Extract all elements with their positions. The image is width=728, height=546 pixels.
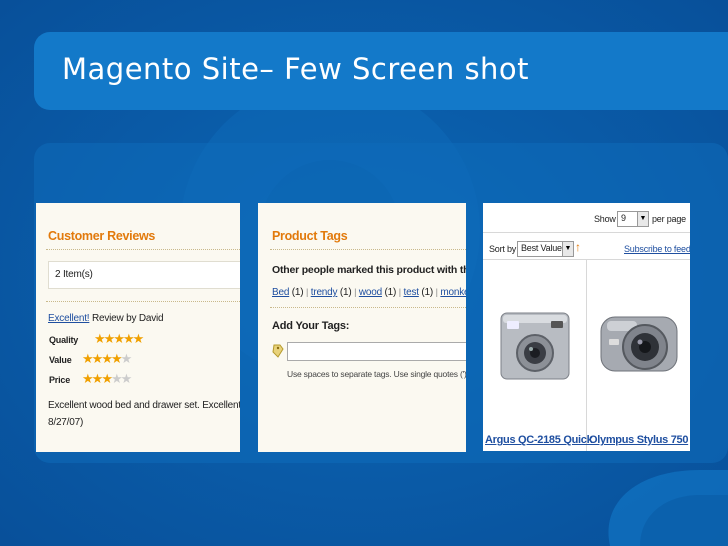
tag-separator: |: [354, 287, 357, 297]
slide-title: Magento Site– Few Screen shot: [62, 52, 530, 86]
divider: [586, 259, 587, 451]
add-tags-label: Add Your Tags:: [272, 320, 350, 332]
tag-icon: [272, 344, 284, 363]
sort-value: Best Value: [521, 243, 562, 253]
tag-link-trendy[interactable]: trendy: [311, 287, 338, 298]
product-listing-panel: Show 9 ▼ per page Sort by Best Value ▼ ↑…: [483, 203, 690, 451]
tag-link-test[interactable]: test: [404, 287, 420, 298]
product-tags-panel: Product Tags Other people marked this pr…: [258, 203, 466, 452]
rating-label-price: Price: [49, 375, 71, 385]
product-image[interactable]: [493, 291, 577, 406]
items-count: 2 Item(s): [55, 269, 93, 280]
subscribe-feed-link[interactable]: Subscribe to feed: [624, 244, 690, 254]
star-filled-icon: ★: [101, 371, 113, 386]
show-value: 9: [621, 213, 626, 223]
divider: [46, 301, 240, 302]
tag-separator: |: [398, 287, 401, 297]
star-filled-icon: ★: [132, 331, 145, 346]
tag-link-monkeybu[interactable]: monkeybu: [440, 287, 466, 298]
customer-reviews-panel: Customer Reviews 2 Item(s) Excellent! Re…: [36, 203, 240, 452]
rating-stars-value: ★★★★★: [82, 351, 133, 367]
rating-stars-quality: ★★★★★: [94, 331, 145, 347]
reviews-heading: Customer Reviews: [48, 229, 156, 243]
tag-link-bed[interactable]: Bed: [272, 287, 289, 298]
review-body-line1: Excellent wood bed and drawer set. Excel…: [48, 400, 240, 411]
star-filled-icon: ★: [91, 351, 104, 366]
star-empty-icon: ★: [120, 371, 133, 386]
star-empty-icon: ★: [110, 371, 123, 386]
rating-label-quality: Quality: [49, 335, 79, 345]
per-page-label: per page: [652, 214, 686, 224]
review-heading: Excellent! Review by David: [48, 313, 164, 324]
others-tagged-label: Other people marked this product with th…: [272, 264, 466, 276]
review-author: Review by David: [89, 313, 164, 324]
star-filled-icon: ★: [103, 331, 116, 346]
review-title-link[interactable]: Excellent!: [48, 313, 90, 324]
divider: [46, 249, 240, 250]
add-tags-input[interactable]: [287, 342, 466, 361]
tag-separator: |: [435, 287, 438, 297]
chevron-down-icon: ▼: [562, 242, 573, 256]
tags-hint: Use spaces to separate tags. Use single …: [287, 369, 466, 379]
items-count-box: 2 Item(s): [48, 261, 240, 289]
sort-direction-arrow-icon[interactable]: ↑: [575, 240, 581, 254]
chevron-down-icon: ▼: [637, 212, 648, 226]
review-body-line2: 8/27/07): [48, 417, 84, 428]
divider: [270, 307, 466, 308]
star-filled-icon: ★: [110, 351, 123, 366]
star-filled-icon: ★: [101, 351, 113, 366]
tag-list: Bed (1) | trendy (1) | wood (1) | test (…: [272, 287, 466, 298]
show-label: Show: [594, 214, 616, 224]
divider: [483, 232, 690, 233]
product-name-link[interactable]: Argus QC-2185 Quick: [485, 434, 593, 446]
tags-heading: Product Tags: [272, 229, 348, 243]
tag-separator: |: [306, 287, 309, 297]
rating-stars-price: ★★★★★: [82, 371, 133, 387]
tag-count: (1): [418, 287, 434, 298]
star-filled-icon: ★: [82, 371, 94, 386]
star-filled-icon: ★: [82, 351, 94, 366]
star-filled-icon: ★: [94, 331, 106, 346]
tag-count: (1): [337, 287, 352, 298]
tag-link-wood[interactable]: wood: [359, 287, 382, 298]
divider: [270, 249, 466, 250]
tag-count: (1): [289, 287, 304, 298]
star-empty-icon: ★: [120, 351, 133, 366]
show-select[interactable]: 9 ▼: [617, 211, 649, 227]
star-filled-icon: ★: [91, 371, 104, 386]
star-filled-icon: ★: [122, 331, 135, 346]
sort-label: Sort by: [489, 244, 517, 254]
tag-count: (1): [381, 287, 397, 298]
product-image[interactable]: [595, 287, 683, 404]
star-filled-icon: ★: [113, 331, 125, 346]
product-name-link[interactable]: Olympus Stylus 750: [589, 434, 688, 446]
sort-select[interactable]: Best Value ▼: [517, 241, 574, 257]
rating-label-value: Value: [49, 355, 72, 365]
